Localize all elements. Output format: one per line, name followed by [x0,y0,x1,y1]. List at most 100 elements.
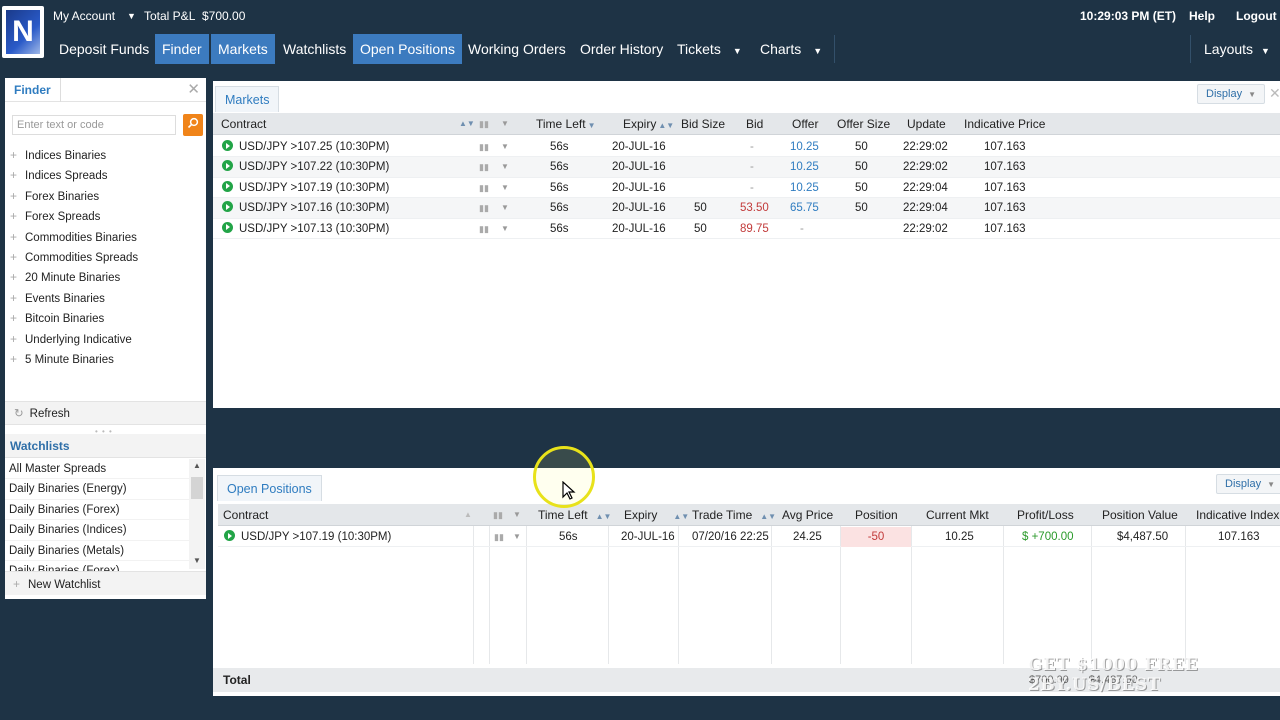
contract-cell[interactable]: USD/JPY >107.19 (10:30PM) [224,527,391,547]
scroll-up-icon[interactable]: ▲ [193,461,201,470]
bid-cell[interactable]: - [750,137,754,157]
sort-icon[interactable]: ▲ [464,504,472,526]
col-avg-price[interactable]: Avg Price [782,504,833,526]
col-offer-size[interactable]: Offer Size [837,113,890,135]
table-row[interactable]: USD/JPY >107.13 (10:30PM) ▮▮ ▼ 56s 20-JU… [213,219,1280,239]
contract-cell[interactable]: USD/JPY >107.19 (10:30PM) [222,178,389,198]
sort-icon[interactable]: ▲▼ [459,113,475,135]
col-current-mkt[interactable]: Current Mkt [926,504,989,526]
nav-markets[interactable]: Markets [211,34,275,64]
col-position[interactable]: Position [855,504,898,526]
play-icon[interactable] [224,530,235,541]
chevron-down-icon[interactable]: ▼ [127,11,136,21]
offer-cell[interactable]: 10.25 [790,178,819,198]
table-row[interactable]: USD/JPY >107.16 (10:30PM) ▮▮ ▼ 56s 20-JU… [213,198,1280,219]
contract-cell[interactable]: USD/JPY >107.22 (10:30PM) [222,157,389,177]
watchlist-item[interactable]: Daily Binaries (Indices) [5,520,190,541]
watchlist-item[interactable]: Daily Binaries (Forex) [5,500,190,521]
watchlist-item[interactable]: Daily Binaries (Metals) [5,541,190,561]
finder-tab[interactable]: Finder [5,78,61,102]
col-expiry[interactable]: Expiry ▲▼ [624,504,689,526]
col-indicative-index[interactable]: Indicative Index [1196,504,1279,526]
col-time-left[interactable]: Time Left ▲▼ [538,504,611,526]
refresh-button[interactable]: ↻ Refresh [5,401,206,425]
finder-item[interactable]: +5 Minute Binaries [10,349,138,369]
chevron-down-icon[interactable]: ▼ [501,157,509,177]
table-row[interactable]: USD/JPY >107.25 (10:30PM) ▮▮ ▼ 56s 20-JU… [213,137,1280,158]
col-update[interactable]: Update [907,113,946,135]
finder-item[interactable]: + Underlying Indicative [10,329,138,349]
expand-icon[interactable]: + [10,288,25,308]
nav-working-orders[interactable]: Working Orders [461,34,573,64]
col-profit-loss[interactable]: Profit/Loss [1017,504,1074,526]
nav-order-history[interactable]: Order History [573,34,670,64]
expand-icon[interactable]: + [10,329,25,349]
col-trade-time[interactable]: Trade Time ▲▼ [692,504,776,526]
watchlist-item[interactable]: All Master Spreads [5,459,190,480]
new-watchlist-button[interactable]: + New Watchlist [5,571,206,595]
col-indicative-price[interactable]: Indicative Price [964,113,1045,135]
offer-cell[interactable]: 10.25 [790,157,819,177]
nav-tickets[interactable]: Tickets ▼ [670,34,749,64]
bar-chart-icon[interactable]: ▮▮ [479,219,489,239]
bar-chart-icon[interactable]: ▮▮ [494,527,504,547]
watchlist-item[interactable]: Daily Binaries (Energy) [5,479,190,500]
markets-display-dropdown[interactable]: Display ▼ [1197,84,1265,104]
search-button[interactable] [183,114,203,136]
finder-item[interactable]: + Commodities Spreads [10,247,138,267]
col-contract[interactable]: Contract [223,504,268,526]
contract-cell[interactable]: USD/JPY >107.16 (10:30PM) [222,198,389,218]
nav-deposit-funds[interactable]: Deposit Funds [52,34,156,64]
expand-icon[interactable]: + [10,349,25,369]
finder-item[interactable]: + Indices Spreads [10,165,138,185]
close-icon[interactable]: ✕ [1269,85,1280,102]
play-icon[interactable] [222,221,233,233]
col-offer[interactable]: Offer [792,113,818,135]
nav-layouts[interactable]: Layouts ▼ [1197,34,1277,64]
table-row[interactable]: USD/JPY >107.19 (10:30PM) ▮▮ ▼ 56s 20-JU… [213,178,1280,199]
offer-cell[interactable]: - [800,219,804,239]
offer-cell[interactable]: 65.75 [790,198,819,218]
nav-open-positions[interactable]: Open Positions [353,34,462,64]
contract-cell[interactable]: USD/JPY >107.25 (10:30PM) [222,137,389,157]
bar-chart-icon[interactable]: ▮▮ [479,157,489,177]
watchlists-scrollbar[interactable]: ▲ ▼ [189,459,205,569]
open-positions-tab[interactable]: Open Positions [217,475,322,501]
col-time-left[interactable]: Time Left ▼ [536,113,596,135]
finder-item[interactable]: + Forex Spreads [10,206,138,226]
close-icon[interactable]: ✕ [187,80,200,98]
play-icon[interactable] [222,160,233,172]
nav-finder[interactable]: Finder [155,34,209,64]
col-bid[interactable]: Bid [746,113,763,135]
chevron-down-icon[interactable]: ▼ [501,113,509,135]
expand-icon[interactable]: + [10,227,25,247]
expand-icon[interactable]: + [10,247,25,267]
bar-chart-icon[interactable]: ▮▮ [479,198,489,218]
brand-logo[interactable]: N [2,6,44,58]
col-bid-size[interactable]: Bid Size [681,113,725,135]
expand-icon[interactable]: + [10,186,25,206]
finder-item[interactable]: + Commodities Binaries [10,227,138,247]
col-position-value[interactable]: Position Value [1102,504,1178,526]
play-icon[interactable] [222,180,233,192]
bid-cell[interactable]: - [750,157,754,177]
chevron-down-icon[interactable]: ▼ [513,527,521,547]
nav-charts[interactable]: Charts ▼ [753,34,829,64]
expand-icon[interactable]: + [10,206,25,226]
help-link[interactable]: Help [1189,9,1215,23]
col-expiry[interactable]: Expiry ▲▼ [623,113,674,135]
expand-icon[interactable]: + [10,267,25,287]
bid-cell[interactable]: - [750,178,754,198]
finder-search-input[interactable] [12,115,176,135]
chevron-down-icon[interactable]: ▼ [513,504,521,526]
table-row[interactable]: USD/JPY >107.22 (10:30PM) ▮▮ ▼ 56s 20-JU… [213,157,1280,178]
logout-link[interactable]: Logout [1236,9,1277,23]
chevron-down-icon[interactable]: ▼ [501,198,509,218]
chevron-down-icon[interactable]: ▼ [501,178,509,198]
play-icon[interactable] [222,140,233,151]
bar-chart-icon[interactable]: ▮▮ [479,178,489,198]
chevron-down-icon[interactable]: ▼ [501,219,509,239]
my-account-link[interactable]: My Account [53,9,115,23]
finder-item[interactable]: + Indices Binaries [10,145,138,165]
table-row[interactable]: USD/JPY >107.19 (10:30PM) ▮▮ ▼ 56s 20-JU… [218,527,1280,548]
